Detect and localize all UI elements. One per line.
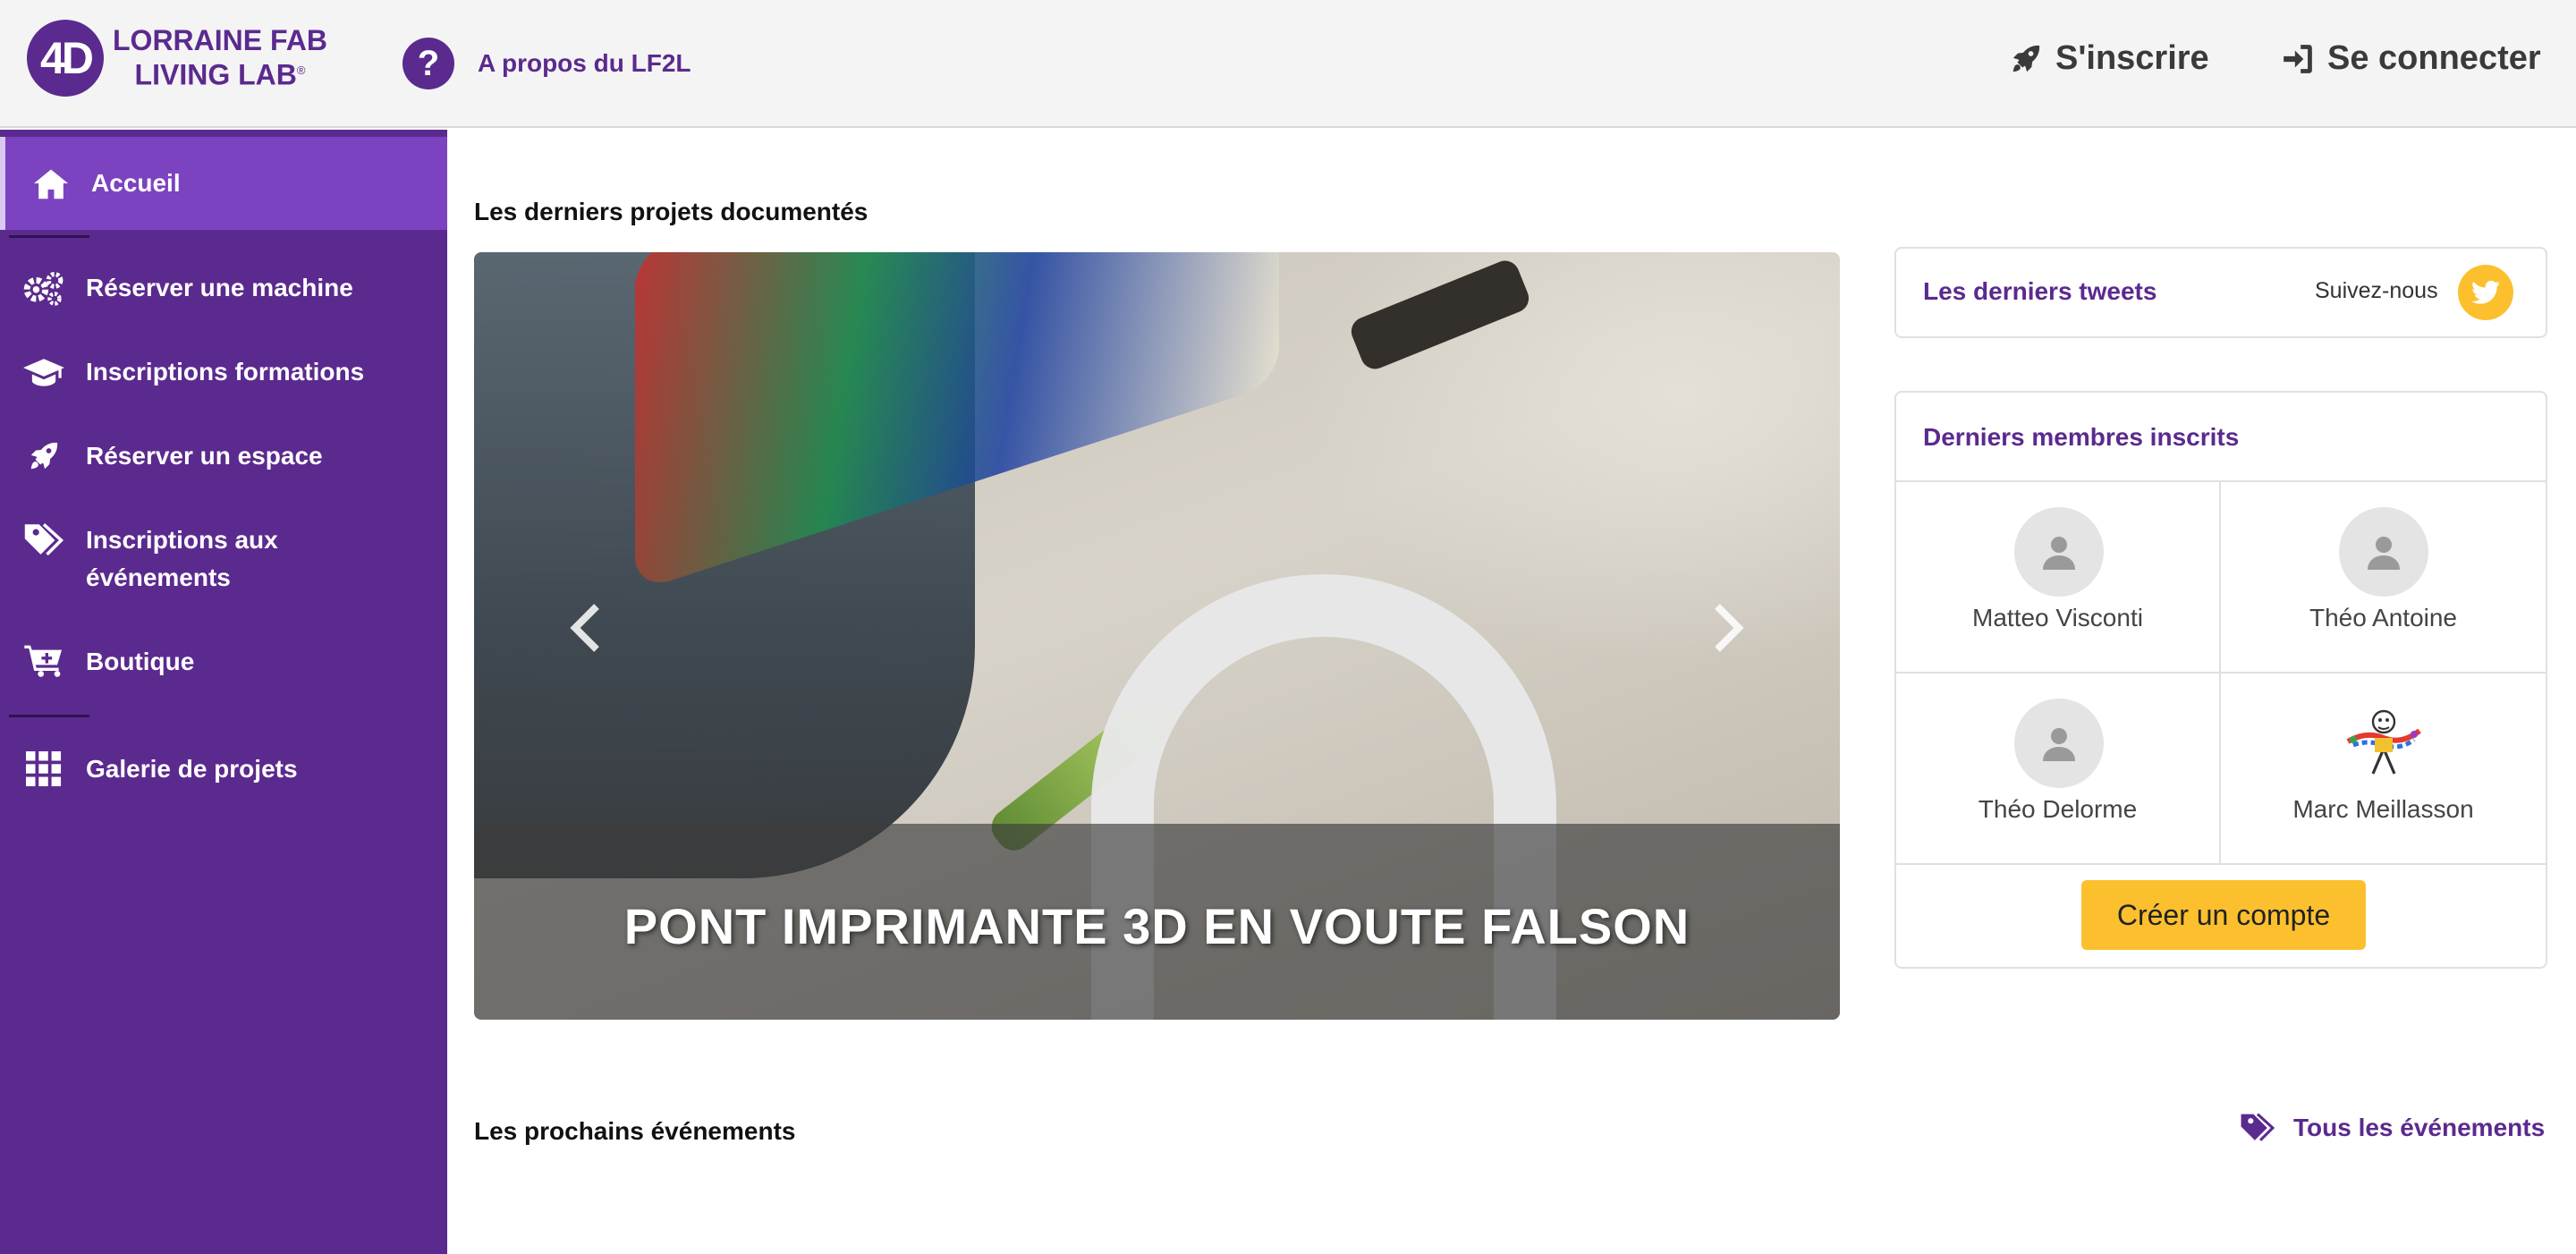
about-link[interactable]: ? A propos du LF2L <box>402 38 691 89</box>
member-name: Matteo Visconti <box>1972 604 2143 631</box>
carousel-caption[interactable]: PONT IMPRIMANTE 3D EN VOUTE FALSON <box>624 897 1690 955</box>
projects-carousel[interactable]: PONT IMPRIMANTE 3D EN VOUTE FALSON <box>474 252 1840 1020</box>
chevron-left-icon[interactable] <box>559 592 613 664</box>
chevron-right-icon[interactable] <box>1701 592 1755 664</box>
th-icon <box>21 750 66 788</box>
create-account-button[interactable]: Créer un compte <box>2081 880 2366 950</box>
question-circle-icon: ? <box>402 38 454 89</box>
sidebar-item-label: Inscriptions formations <box>86 358 365 386</box>
sidebar-item-galerie[interactable]: Galerie de projets <box>0 750 447 788</box>
sidebar-item-boutique[interactable]: Boutique <box>0 643 447 681</box>
projects-section-title: Les derniers projets documentés <box>474 198 869 225</box>
sidebar: Accueil Réserver une machine Inscription… <box>0 130 447 1254</box>
sidebar-item-accueil[interactable]: Accueil <box>0 137 447 230</box>
sidebar-item-reserver-espace[interactable]: Réserver un espace <box>0 437 447 475</box>
tags-icon <box>2241 1113 2275 1141</box>
logo-mark: 4D <box>27 20 104 97</box>
sidebar-divider <box>9 235 89 238</box>
member-name: Théo Antoine <box>2309 604 2458 631</box>
member-card[interactable]: Matteo Visconti <box>1896 482 2221 674</box>
all-events-label: Tous les événements <box>2293 1114 2546 1141</box>
member-name: Marc Meillasson <box>2292 795 2474 823</box>
avatar <box>2014 699 2104 788</box>
login-button[interactable]: Se connecter <box>2281 39 2541 78</box>
cogs-icon <box>21 269 66 307</box>
sidebar-item-label: Galerie de projets <box>86 755 298 783</box>
graduation-cap-icon <box>21 353 66 391</box>
top-header: 4D LORRAINE FAB LIVING LAB® ? A propos d… <box>0 0 2576 128</box>
sidebar-divider <box>9 715 89 717</box>
sidebar-item-label: Boutique <box>86 648 195 675</box>
sidebar-item-label: Inscriptions aux <box>86 526 278 554</box>
members-title: Derniers membres inscrits <box>1923 423 2240 451</box>
logo-line-1: LORRAINE FAB <box>113 24 327 57</box>
rocket-icon <box>21 437 66 475</box>
sidebar-item-reserver-machine[interactable]: Réserver une machine <box>0 269 447 307</box>
signup-button[interactable]: S'inscrire <box>2009 39 2209 78</box>
site-logo[interactable]: 4D LORRAINE FAB LIVING LAB® <box>27 20 327 97</box>
sidebar-item-label: Réserver une machine <box>86 274 353 301</box>
member-card[interactable]: Théo Antoine <box>2221 482 2546 674</box>
sidebar-item-formations[interactable]: Inscriptions formations <box>0 353 447 391</box>
avatar <box>2014 507 2104 597</box>
sidebar-item-label-group: Inscriptions aux événements <box>86 521 278 597</box>
signup-label: S'inscrire <box>2055 39 2209 77</box>
follow-label: Suivez-nous <box>2315 278 2438 303</box>
member-card[interactable]: Théo Delorme <box>1896 674 2221 865</box>
sidebar-item-label: Accueil <box>91 169 181 197</box>
twitter-follow-button[interactable] <box>2458 265 2513 320</box>
tweets-title: Les derniers tweets <box>1923 277 2157 305</box>
member-name: Théo Delorme <box>1978 795 2138 823</box>
sign-in-icon <box>2284 44 2312 73</box>
logo-line-2: LIVING LAB® <box>134 58 306 91</box>
carousel-photo-detail <box>1347 256 1533 374</box>
member-card[interactable]: Marc Meillasson <box>2221 674 2546 865</box>
twitter-icon <box>2471 280 2500 304</box>
tweets-panel: Les derniers tweets Suivez-nous <box>1894 247 2547 338</box>
rocket-icon <box>2012 45 2040 72</box>
all-events-link[interactable]: Tous les événements <box>2240 1113 2545 1143</box>
home-icon <box>29 165 73 202</box>
cart-plus-icon <box>21 643 66 681</box>
character-avatar-icon <box>2346 709 2421 775</box>
members-grid: Matteo Visconti Théo Antoine Théo Delorm… <box>1896 480 2546 865</box>
user-icon <box>2368 537 2400 570</box>
events-section-title: Les prochains événements <box>474 1117 796 1145</box>
logo-text: LORRAINE FAB LIVING LAB® <box>113 26 327 90</box>
avatar <box>2339 699 2428 788</box>
user-icon <box>2043 728 2075 761</box>
sidebar-item-evenements[interactable]: Inscriptions aux événements <box>0 521 447 597</box>
carousel-caption-bar: PONT IMPRIMANTE 3D EN VOUTE FALSON <box>474 824 1840 1020</box>
members-panel: Derniers membres inscrits Matteo Viscont… <box>1894 391 2547 969</box>
user-icon <box>2043 537 2075 570</box>
tags-icon <box>21 521 66 559</box>
sidebar-item-label-line2: événements <box>86 563 231 591</box>
about-label: A propos du LF2L <box>478 49 691 77</box>
sidebar-item-label: Réserver un espace <box>86 442 323 470</box>
avatar <box>2339 507 2428 597</box>
login-label: Se connecter <box>2327 39 2541 77</box>
